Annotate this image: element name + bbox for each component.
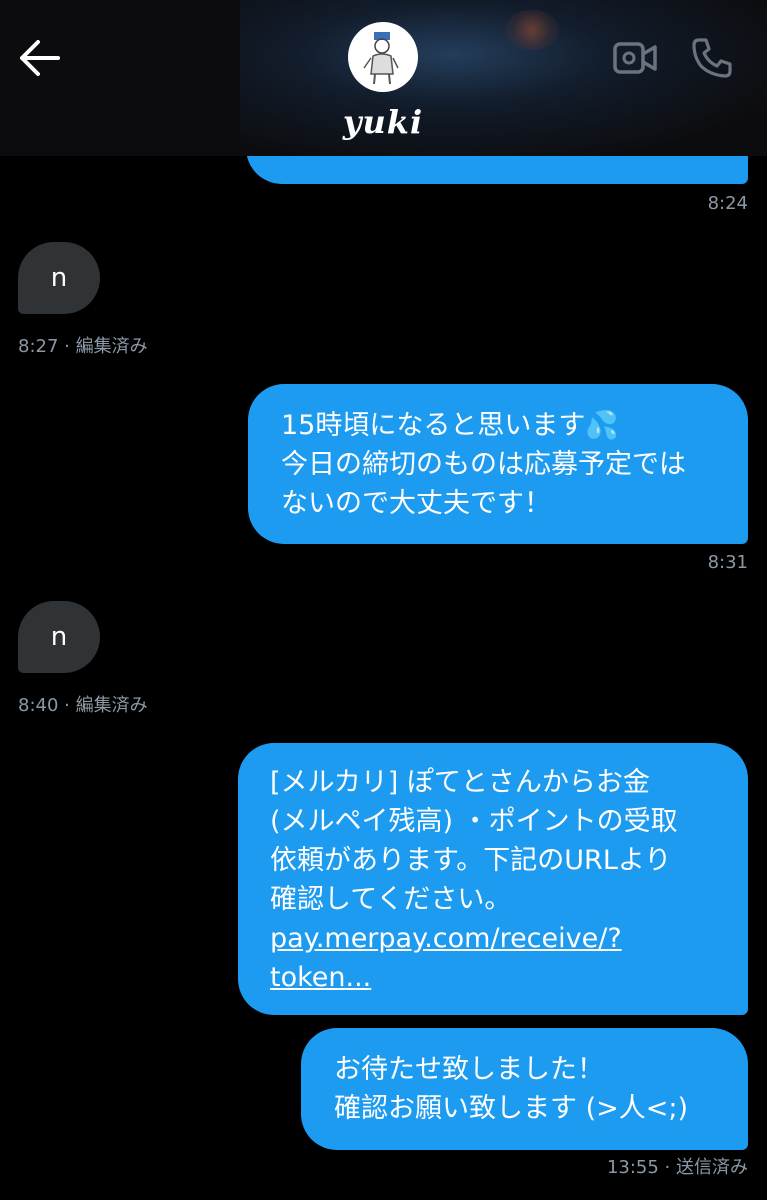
message-text: n (50, 263, 68, 293)
message-text-line: [メルカリ] ぽてとさんからお金 (270, 767, 650, 798)
message-bubble-incoming[interactable]: n (18, 242, 100, 314)
message-text-line: 今日の締切のものは応募予定では (281, 449, 686, 480)
message-timestamp: 8:27 · 編集済み (18, 336, 148, 357)
chat-title[interactable]: yuki (283, 102, 483, 142)
message-text-line: 確認してください。 (270, 884, 512, 915)
message-text-line: 15時頃になると思います💦 (281, 410, 619, 441)
message-bubble-incoming[interactable]: n (18, 601, 100, 673)
back-button[interactable] (18, 38, 62, 78)
message-text-line: お待たせ致しました！ (334, 1054, 604, 1085)
message-text: n (50, 622, 68, 652)
message-text-line: ないので大丈夫です！ (281, 488, 551, 519)
video-camera-icon (613, 42, 657, 74)
message-link[interactable]: pay.merpay.com/receive/? (270, 919, 748, 958)
message-text-line: 依頼があります。下記のURLより (270, 845, 672, 876)
avatar-illustration (363, 32, 399, 85)
message-bubble-outgoing[interactable]: 15時頃になると思います💦 今日の締切のものは応募予定では ないので大丈夫です！ (248, 384, 748, 544)
arrow-left-icon (20, 40, 60, 76)
header-banner-decoration (505, 10, 559, 50)
video-call-button[interactable] (612, 40, 658, 76)
chat-header: yuki (0, 0, 767, 156)
voice-call-button[interactable] (690, 36, 734, 80)
message-timestamp: 8:24 (707, 193, 748, 214)
message-timestamp: 13:55 · 送信済み (606, 1157, 748, 1178)
message-text-line: 確認お願い致します (>人<;) (334, 1093, 688, 1124)
message-timestamp: 8:40 · 編集済み (18, 695, 148, 716)
message-timestamp: 8:31 (707, 552, 748, 573)
message-text-line: (メルペイ残高) ・ポイントの受取 (270, 806, 678, 837)
message-bubble-outgoing[interactable]: お待たせ致しました！ 確認お願い致します (>人<;) (301, 1028, 748, 1150)
message-link[interactable]: token... (270, 958, 748, 997)
phone-icon (692, 38, 732, 78)
message-bubble-outgoing[interactable]: [メルカリ] ぽてとさんからお金 (メルペイ残高) ・ポイントの受取 依頼があり… (238, 743, 748, 1015)
avatar[interactable] (348, 22, 418, 92)
